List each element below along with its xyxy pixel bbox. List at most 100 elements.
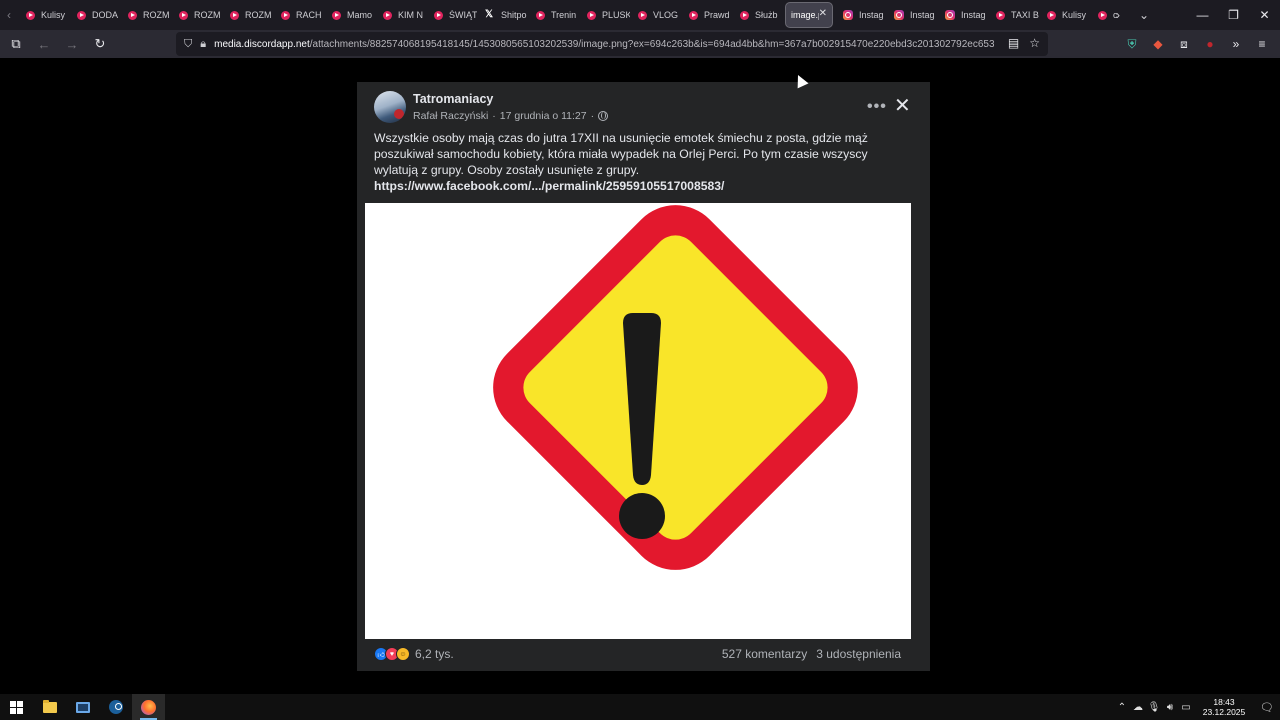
- tab-label: ROZM: [194, 10, 221, 20]
- reload-icon[interactable]: ↻: [88, 32, 112, 56]
- tabs-list: Kulisy DODA ROZM ROZM ROZM RACH Mamo KIM N ŚWIĄT…: [18, 0, 1118, 30]
- menu-hamburger-icon[interactable]: ≡: [1252, 33, 1272, 55]
- tab[interactable]: DODA: [69, 0, 120, 30]
- tab[interactable]: Instag: [937, 0, 988, 30]
- tab-scroll-right-icon[interactable]: ›: [1105, 0, 1131, 30]
- nav-toolbar: ⧉ ← → ↻ ⛉ 🔒︎ media.discordapp.net/attach…: [0, 30, 1280, 58]
- tab-label: Instag: [910, 10, 935, 20]
- meta-separator: ·: [590, 110, 595, 122]
- taskbar: ⌃ ☁ 🎙︎ 🔊︎ ▭ 18:43 23.12.2025 🗨︎: [0, 694, 1280, 720]
- tab-label: DODA: [92, 10, 119, 20]
- minimize-icon[interactable]: —: [1187, 0, 1218, 30]
- tab[interactable]: Służb: [732, 0, 783, 30]
- forward-icon[interactable]: →: [60, 32, 84, 56]
- bookmark-star-icon[interactable]: ☆: [1029, 36, 1040, 50]
- instagram-icon: [894, 10, 904, 20]
- tab[interactable]: Instag: [886, 0, 937, 30]
- overflow-chevron-icon[interactable]: »: [1226, 33, 1246, 55]
- tab-label: ROZM: [143, 10, 170, 20]
- tab-label: Mamo: [347, 10, 373, 20]
- shield-extension-icon[interactable]: ⛨: [1122, 33, 1142, 55]
- tab[interactable]: VLOG: [630, 0, 681, 30]
- taskbar-firefox[interactable]: [132, 694, 165, 720]
- youtube-icon: [740, 10, 749, 20]
- monitor-icon: [75, 701, 90, 713]
- screen: ‹ Kulisy DODA ROZM ROZM ROZM RACH Mamo KIM N ŚWI…: [0, 0, 1280, 720]
- tab[interactable]: TAXI B: [988, 0, 1039, 30]
- urlbar-actions: ▤ ☆: [1008, 36, 1040, 50]
- tab[interactable]: Mamo: [324, 0, 375, 30]
- warning-sign-icon: [493, 205, 858, 570]
- tab[interactable]: 𝕏 Shitpo: [477, 0, 528, 30]
- url-domain: media.discordapp.net: [214, 38, 310, 50]
- window-close-icon[interactable]: ✕: [1249, 0, 1280, 30]
- post-header: Tatromaniacy Rafał Raczyński · 17 grudni…: [374, 91, 914, 127]
- youtube-icon: [77, 10, 86, 20]
- ublock-icon[interactable]: ●: [1200, 33, 1220, 55]
- volume-icon[interactable]: 🔊︎: [1162, 702, 1178, 713]
- extensions-puzzle-icon[interactable]: ⧈: [1174, 33, 1194, 55]
- tab-label: VLOG: [653, 10, 679, 20]
- tab[interactable]: Kulisy: [18, 0, 69, 30]
- address-bar[interactable]: ⛉ 🔒︎ media.discordapp.net/attachments/88…: [176, 32, 1048, 56]
- start-button[interactable]: [0, 694, 33, 720]
- tab-overview-icon[interactable]: ⧉: [4, 32, 28, 56]
- url-text[interactable]: media.discordapp.net/attachments/8825740…: [214, 39, 994, 50]
- taskbar-file-explorer[interactable]: [33, 694, 66, 720]
- tab-label: RACH: [296, 10, 322, 20]
- youtube-icon: [996, 10, 1005, 20]
- microphone-icon[interactable]: 🎙︎: [1146, 702, 1162, 713]
- youtube-icon: [1047, 10, 1056, 20]
- tray-overflow-icon[interactable]: ⌃: [1114, 702, 1130, 713]
- tab[interactable]: ŚWIĄT: [426, 0, 477, 30]
- tab[interactable]: Trenin: [528, 0, 579, 30]
- tab-label: Trenin: [551, 10, 577, 20]
- tab[interactable]: KIM N: [375, 0, 426, 30]
- folder-icon: [42, 699, 57, 713]
- taskbar-remote-desktop[interactable]: [66, 694, 99, 720]
- taskbar-steam[interactable]: [99, 694, 132, 720]
- tab-active[interactable]: image.p✕: [785, 2, 833, 28]
- tab[interactable]: Prawd: [681, 0, 732, 30]
- engagement-stats: 527 komentarzy 3 udostępnienia: [722, 647, 901, 661]
- post-text: Wszystkie osoby mają czas do jutra 17XII…: [374, 131, 868, 177]
- list-all-tabs-icon[interactable]: ⌄: [1131, 0, 1157, 30]
- youtube-icon: [638, 10, 647, 20]
- meta-separator: ·: [492, 110, 496, 122]
- windows-logo-icon: [10, 700, 23, 714]
- clock[interactable]: 18:43 23.12.2025: [1194, 697, 1254, 717]
- instagram-icon: [843, 10, 853, 20]
- page-viewport: Tatromaniacy Rafał Raczyński · 17 grudni…: [0, 58, 1280, 694]
- tab-label: ROZM: [245, 10, 272, 20]
- fox-extension-icon[interactable]: ◆: [1148, 33, 1168, 55]
- back-icon[interactable]: ←: [32, 32, 56, 56]
- tab[interactable]: Instag: [835, 0, 886, 30]
- youtube-icon: [587, 10, 596, 20]
- youtube-icon: [179, 10, 188, 20]
- tab[interactable]: ROZM: [171, 0, 222, 30]
- tab-label: KIM N: [398, 10, 424, 20]
- tab-label: ŚWIĄT: [449, 10, 477, 20]
- lock-icon[interactable]: 🔒︎: [200, 38, 206, 51]
- restore-icon[interactable]: ❐: [1218, 0, 1249, 30]
- tracking-protection-icon[interactable]: ⛉: [184, 38, 192, 51]
- tab-close-icon[interactable]: ✕: [819, 8, 827, 19]
- tab-label: Prawd: [704, 10, 730, 20]
- tab-scroll-left-icon[interactable]: ‹: [0, 0, 18, 30]
- tab[interactable]: ROZM: [222, 0, 273, 30]
- network-icon[interactable]: ▭: [1178, 702, 1194, 713]
- more-options-icon: •••: [867, 98, 887, 115]
- notifications-icon[interactable]: 🗨︎: [1254, 701, 1280, 714]
- post-author: Rafał Raczyński: [413, 110, 489, 122]
- tab-label: Instag: [859, 10, 884, 20]
- tab-label: Instag: [961, 10, 986, 20]
- reaction-count: 6,2 tys.: [415, 647, 454, 661]
- reader-view-icon[interactable]: ▤: [1008, 36, 1019, 50]
- tab[interactable]: RACH: [273, 0, 324, 30]
- youtube-icon: [26, 10, 35, 20]
- tab[interactable]: PLUSK: [579, 0, 630, 30]
- tab[interactable]: ROZM: [120, 0, 171, 30]
- tab[interactable]: Kulisy: [1039, 0, 1090, 30]
- tab-label: image.p: [791, 10, 819, 20]
- onedrive-icon[interactable]: ☁: [1130, 702, 1146, 713]
